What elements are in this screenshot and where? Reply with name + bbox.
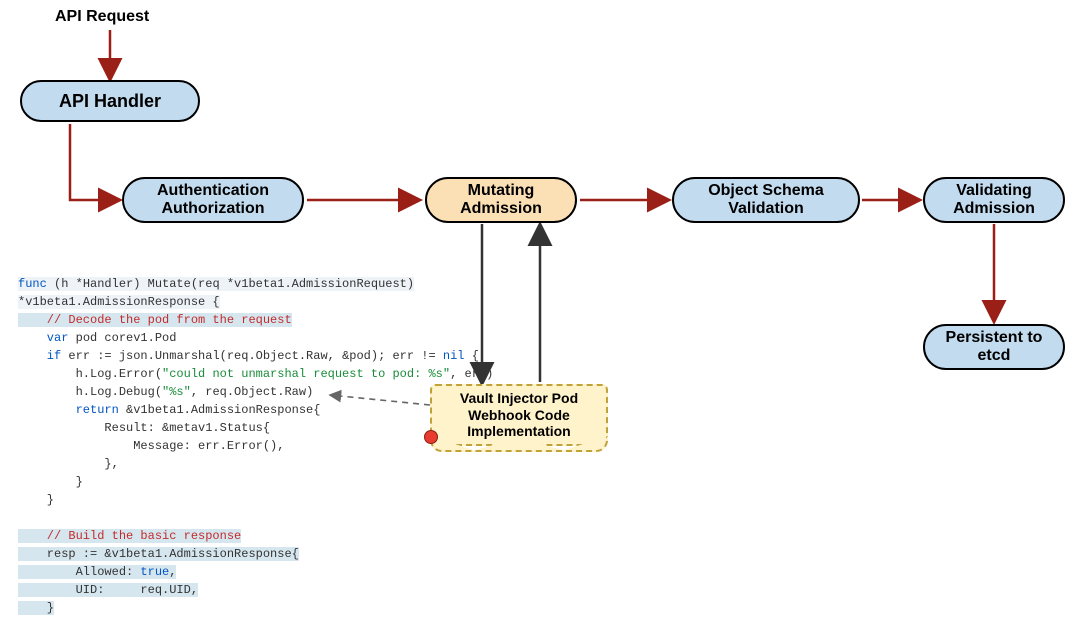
schema-validation-node: Object Schema Validation (672, 177, 860, 223)
api-handler-node: API Handler (20, 80, 200, 122)
vault-injector-note: Vault Injector Pod Webhook Code Implemen… (430, 384, 608, 446)
persist-etcd-node: Persistent to etcd (923, 324, 1065, 370)
api-request-label: API Request (55, 8, 149, 26)
note-line2: Webhook Code (460, 407, 578, 424)
schema-line2: Validation (708, 200, 824, 218)
validating-line1: Validating (953, 182, 1035, 200)
note-line1: Vault Injector Pod (460, 390, 578, 407)
api-handler-text: API Handler (59, 91, 161, 112)
persist-line1: Persistent to (946, 329, 1043, 347)
note-line3: Implementation (460, 423, 578, 440)
code-snippet: func (h *Handler) Mutate(req *v1beta1.Ad… (18, 275, 428, 617)
validating-admission-node: Validating Admission (923, 177, 1065, 223)
persist-line2: etcd (946, 347, 1043, 365)
mutating-line2: Admission (460, 200, 542, 218)
mutating-admission-node: Mutating Admission (425, 177, 577, 223)
auth-line2: Authorization (157, 200, 269, 218)
auth-line1: Authentication (157, 182, 269, 200)
validating-line2: Admission (953, 200, 1035, 218)
auth-node: Authentication Authorization (122, 177, 304, 223)
schema-line1: Object Schema (708, 182, 824, 200)
mutating-line1: Mutating (460, 182, 542, 200)
